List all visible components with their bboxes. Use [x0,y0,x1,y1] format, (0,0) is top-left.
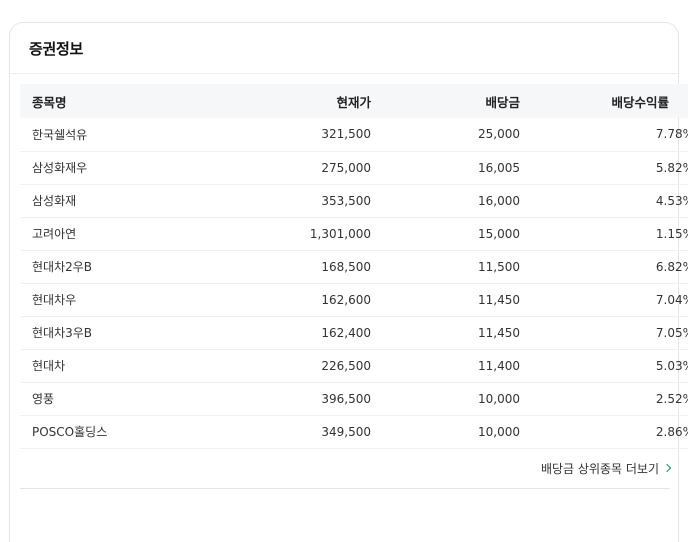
stock-name[interactable]: 고려아연 [20,217,208,250]
dividend-table: 종목명 현재가 배당금 배당수익률 한국쉘석유 321,500 25,000 7.78… [20,84,688,449]
stock-dividend: 16,000 [478,193,520,208]
stock-yield: 4.53% [655,193,688,208]
stock-dividend: 11,500 [478,259,520,274]
stock-price: 168,500 [321,259,371,274]
stock-name[interactable]: 삼성화재우 [20,151,208,184]
stock-dividend: 10,000 [478,391,520,406]
stock-price: 162,400 [321,325,371,340]
header-yield: 배당수익률 [611,94,669,110]
stock-dividend: 10,000 [478,424,520,439]
chevron-right-icon [662,463,672,473]
stock-name[interactable]: 현대차 [20,349,208,382]
stock-name[interactable]: 삼성화재 [20,184,208,217]
stock-yield: 2.52% [655,391,688,406]
card-header: 증권정보 [10,23,678,74]
stock-price: 275,000 [321,160,371,175]
stock-yield: 7.78% [655,127,688,142]
header-price: 현재가 [336,94,371,110]
stock-price: 226,500 [321,358,371,373]
divider [20,488,670,489]
table-row[interactable]: 삼성화재 353,500 16,000 4.53% [20,184,688,217]
stock-yield: 7.05% [655,325,688,340]
stock-dividend: 11,450 [478,292,520,307]
table-row[interactable]: 한국쉘석유 321,500 25,000 7.78% [20,118,688,151]
stock-name[interactable]: 현대차3우B [20,316,208,349]
table-row[interactable]: POSCO홀딩스 349,500 10,000 2.86% [20,415,688,448]
table-row[interactable]: 삼성화재우 275,000 16,005 5.82% [20,151,688,184]
stock-price: 162,600 [321,292,371,307]
stock-dividend: 11,400 [478,358,520,373]
stock-name[interactable]: 현대차우 [20,283,208,316]
stock-dividend: 15,000 [478,226,520,241]
table-row[interactable]: 현대차2우B 168,500 11,500 6.82% [20,250,688,283]
stock-yield: 6.82% [655,259,688,274]
stock-price: 353,500 [321,193,371,208]
stock-yield: 2.86% [655,424,688,439]
header-dividend: 배당금 [485,94,520,110]
table-row[interactable]: 현대차우 162,600 11,450 7.04% [20,283,688,316]
table-header-row: 종목명 현재가 배당금 배당수익률 [20,84,688,118]
stock-dividend: 25,000 [478,127,520,142]
stock-name[interactable]: POSCO홀딩스 [20,415,208,448]
stock-name[interactable]: 영풍 [20,382,208,415]
stock-dividend: 11,450 [478,325,520,340]
stock-price: 321,500 [321,127,371,142]
table-row[interactable]: 현대차3우B 162,400 11,450 7.05% [20,316,688,349]
table-row[interactable]: 현대차 226,500 11,400 5.03% [20,349,688,382]
stock-price: 349,500 [321,424,371,439]
stock-yield: 1.15% [655,226,688,241]
card-title: 증권정보 [29,39,84,58]
stock-yield: 5.82% [655,160,688,175]
stock-yield: 5.03% [655,358,688,373]
more-dividend-link[interactable]: 배당금 상위종목 더보기 [540,460,672,477]
stock-price: 396,500 [321,391,371,406]
header-name: 종목명 [32,94,67,110]
stock-dividend: 16,005 [478,160,520,175]
stock-name[interactable]: 한국쉘석유 [20,118,208,151]
stock-yield: 7.04% [655,292,688,307]
table-row[interactable]: 영풍 396,500 10,000 2.52% [20,382,688,415]
table-row[interactable]: 고려아연 1,301,000 15,000 1.15% [20,217,688,250]
more-link-label: 배당금 상위종목 더보기 [540,462,659,476]
stock-price: 1,301,000 [309,226,371,241]
stock-name[interactable]: 현대차2우B [20,250,208,283]
